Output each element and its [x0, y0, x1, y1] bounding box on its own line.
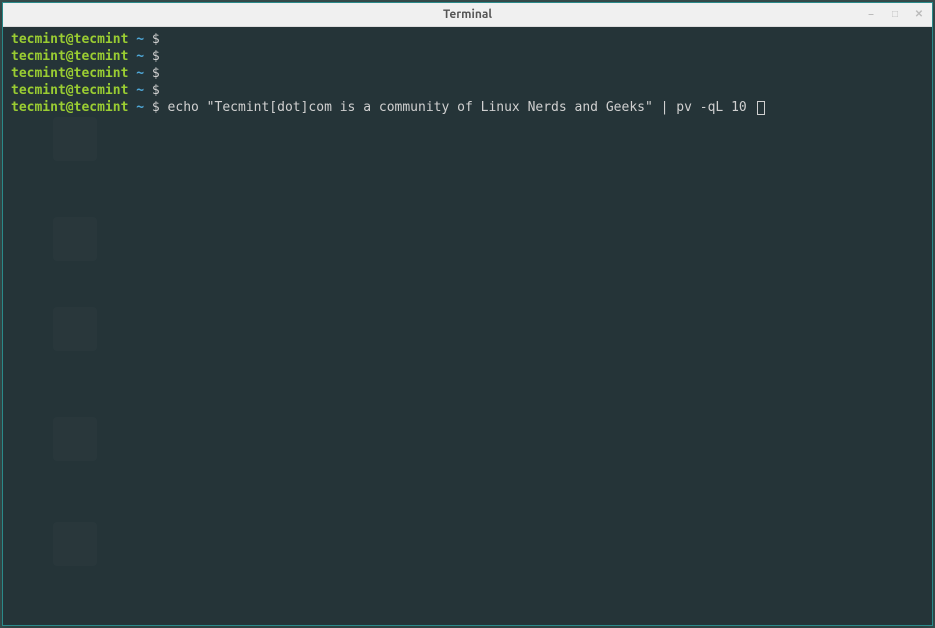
desktop-ghost-icon	[53, 307, 97, 353]
prompt-path: ~	[136, 32, 144, 47]
prompt-user-host: tecmint@tecmint	[11, 100, 128, 115]
prompt-path: ~	[136, 83, 144, 98]
terminal-cursor	[757, 101, 765, 115]
prompt-symbol: $	[152, 83, 160, 98]
prompt-user-host: tecmint@tecmint	[11, 32, 128, 47]
terminal-line: tecmint@tecmint ~ $	[11, 82, 924, 99]
terminal-line: tecmint@tecmint ~ $	[11, 31, 924, 48]
prompt-symbol: $	[152, 66, 160, 81]
close-button[interactable]: ✕	[912, 8, 926, 22]
prompt-user-host: tecmint@tecmint	[11, 83, 128, 98]
titlebar[interactable]: Terminal – □ ✕	[3, 3, 932, 27]
command-text: echo "Tecmint[dot]com is a community of …	[168, 100, 755, 115]
terminal-window: Terminal – □ ✕ tecmint@tecmint ~ $ tecmi…	[2, 2, 933, 626]
desktop-ghost-icon	[53, 117, 97, 163]
terminal-line: tecmint@tecmint ~ $ echo "Tecmint[dot]co…	[11, 99, 924, 116]
prompt-path: ~	[136, 100, 144, 115]
desktop-ghost-icon	[53, 417, 97, 463]
prompt-symbol: $	[152, 32, 160, 47]
prompt-symbol: $	[152, 49, 160, 64]
prompt-user-host: tecmint@tecmint	[11, 49, 128, 64]
prompt-path: ~	[136, 66, 144, 81]
desktop-ghost-icon	[53, 522, 97, 568]
terminal-line: tecmint@tecmint ~ $	[11, 65, 924, 82]
prompt-path: ~	[136, 49, 144, 64]
maximize-button[interactable]: □	[888, 8, 902, 22]
prompt-symbol: $	[152, 100, 160, 115]
terminal-line: tecmint@tecmint ~ $	[11, 48, 924, 65]
window-controls: – □ ✕	[864, 8, 926, 22]
desktop-ghost-icon	[53, 217, 97, 263]
prompt-user-host: tecmint@tecmint	[11, 66, 128, 81]
window-title: Terminal	[443, 8, 492, 21]
minimize-button[interactable]: –	[864, 8, 878, 22]
terminal-body[interactable]: tecmint@tecmint ~ $ tecmint@tecmint ~ $ …	[3, 27, 932, 625]
